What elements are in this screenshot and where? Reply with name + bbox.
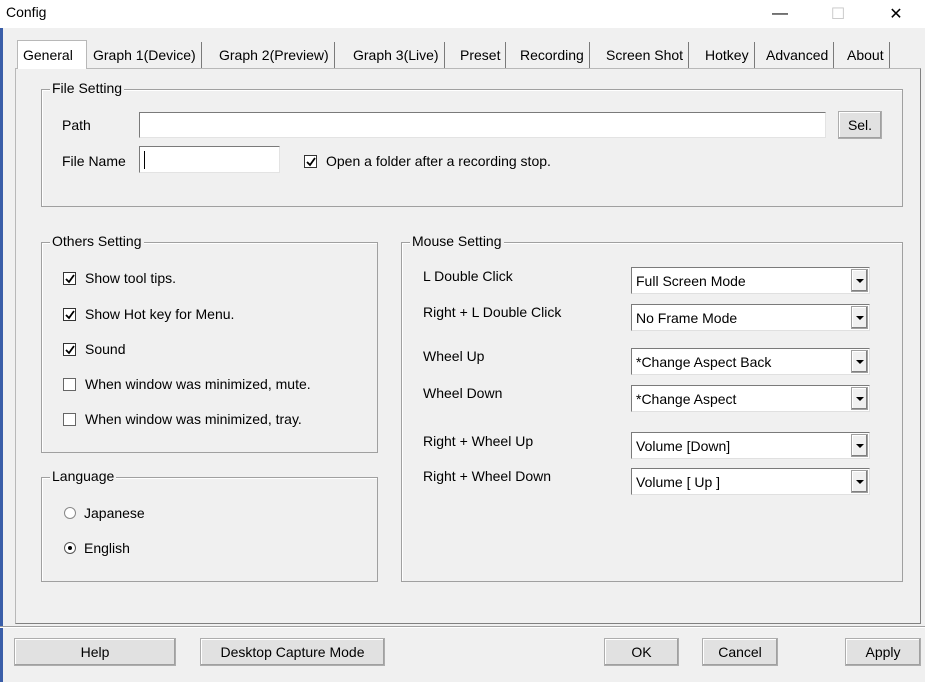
show-tool-tips-label: Show tool tips. (85, 270, 177, 286)
file-name-input[interactable] (139, 146, 280, 173)
right-l-double-click-label: Right + L Double Click (423, 304, 562, 320)
cancel-button[interactable]: Cancel (702, 638, 778, 666)
wheel-down-label: Wheel Down (423, 385, 503, 401)
minimize-button[interactable]: — (757, 0, 803, 28)
file-setting-title: File Setting (50, 80, 125, 96)
tab-general[interactable]: General (17, 40, 87, 69)
open-folder-checkbox[interactable] (304, 155, 317, 168)
check-mark-icon (64, 273, 75, 283)
sound-label: Sound (85, 341, 126, 357)
check-mark-icon (64, 309, 75, 319)
tab-screen-shot[interactable]: Screen Shot (601, 42, 690, 68)
chevron-down-icon[interactable] (851, 434, 868, 457)
close-button[interactable]: ✕ (873, 0, 919, 28)
right-l-double-click-select[interactable]: No Frame Mode (631, 304, 870, 331)
wheel-up-select[interactable]: *Change Aspect Back (631, 348, 870, 375)
tab-about[interactable]: About (842, 42, 890, 68)
tab-hotkey[interactable]: Hotkey (700, 42, 755, 68)
minimized-mute-label: When window was minimized, mute. (85, 376, 311, 392)
tab-graph1[interactable]: Graph 1(Device) (88, 42, 202, 68)
wheel-down-value: *Change Aspect (636, 391, 737, 407)
english-label: English (84, 540, 130, 556)
chevron-down-icon[interactable] (851, 306, 868, 329)
path-label: Path (62, 117, 91, 133)
apply-button[interactable]: Apply (845, 638, 921, 666)
minimized-tray-checkbox[interactable] (63, 413, 76, 426)
check-mark-icon (305, 156, 316, 166)
wheel-up-value: *Change Aspect Back (636, 354, 772, 370)
path-input[interactable] (139, 112, 826, 138)
chevron-down-icon[interactable] (851, 387, 868, 410)
mouse-setting-title: Mouse Setting (410, 233, 504, 249)
japanese-label: Japanese (84, 505, 145, 521)
chevron-down-icon[interactable] (851, 269, 868, 292)
window-border (0, 28, 3, 682)
l-double-click-label: L Double Click (423, 268, 513, 284)
right-wheel-down-label: Right + Wheel Down (423, 468, 552, 484)
file-name-label: File Name (62, 153, 126, 169)
sound-checkbox[interactable] (63, 343, 76, 356)
english-radio[interactable] (64, 542, 76, 554)
tab-preset[interactable]: Preset (455, 42, 507, 68)
l-double-click-select[interactable]: Full Screen Mode (631, 267, 870, 294)
tab-graph3[interactable]: Graph 3(Live) (348, 42, 445, 68)
show-hotkey-menu-checkbox[interactable] (63, 308, 76, 321)
right-wheel-up-select[interactable]: Volume [Down] (631, 432, 870, 459)
show-tool-tips-checkbox[interactable] (63, 272, 76, 285)
tab-recording[interactable]: Recording (515, 42, 590, 68)
select-path-button[interactable]: Sel. (838, 111, 882, 139)
window-title: Config (6, 4, 47, 20)
japanese-radio[interactable] (64, 507, 76, 519)
language-group (41, 477, 378, 582)
check-mark-icon (64, 344, 75, 354)
right-wheel-up-label: Right + Wheel Up (423, 433, 534, 449)
right-wheel-down-value: Volume [ Up ] (636, 474, 721, 490)
minimized-mute-checkbox[interactable] (63, 378, 76, 391)
others-setting-title: Others Setting (50, 233, 144, 249)
wheel-down-select[interactable]: *Change Aspect (631, 385, 870, 412)
ok-button[interactable]: OK (604, 638, 679, 666)
radio-dot-icon (68, 546, 72, 550)
language-title: Language (50, 468, 117, 484)
minimized-tray-label: When window was minimized, tray. (85, 411, 302, 427)
wheel-up-label: Wheel Up (423, 348, 485, 364)
footer-divider (0, 626, 925, 628)
chevron-down-icon[interactable] (851, 350, 868, 373)
right-wheel-down-select[interactable]: Volume [ Up ] (631, 468, 870, 495)
right-l-double-click-value: No Frame Mode (636, 310, 738, 326)
tab-graph2[interactable]: Graph 2(Preview) (214, 42, 335, 68)
chevron-down-icon[interactable] (851, 470, 868, 493)
help-button[interactable]: Help (14, 638, 176, 666)
maximize-button: ☐ (830, 6, 846, 23)
right-wheel-up-value: Volume [Down] (636, 438, 731, 454)
text-caret (144, 151, 145, 169)
open-folder-label: Open a folder after a recording stop. (326, 153, 551, 169)
tab-advanced[interactable]: Advanced (761, 42, 835, 68)
l-double-click-value: Full Screen Mode (636, 273, 746, 289)
show-hotkey-menu-label: Show Hot key for Menu. (85, 306, 235, 322)
desktop-capture-mode-button[interactable]: Desktop Capture Mode (200, 638, 385, 666)
